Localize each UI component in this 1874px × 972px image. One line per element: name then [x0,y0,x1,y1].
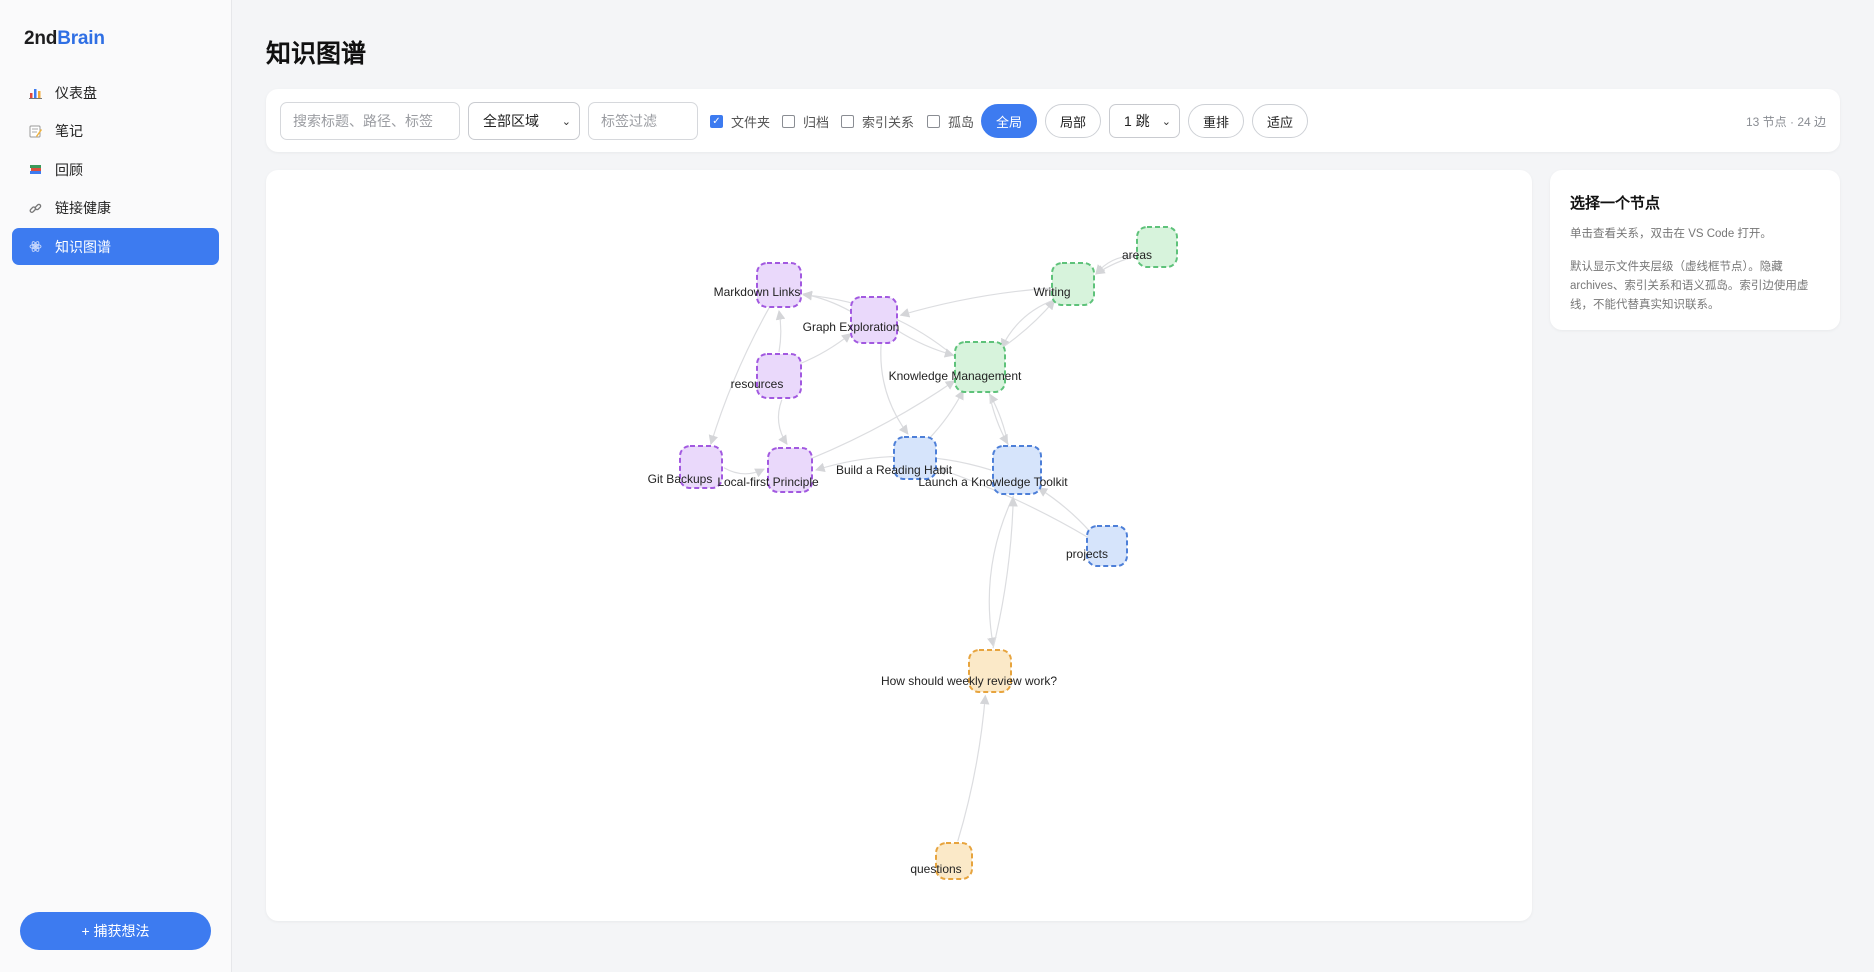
checkbox-unchecked-icon[interactable] [782,114,795,128]
checkbox-unchecked-icon[interactable] [841,114,854,128]
graph-node-writing[interactable]: Writing [1033,262,1095,306]
graph-node-questions[interactable]: questions [910,842,973,880]
sidebar-item-notes[interactable]: 笔记 [12,113,219,150]
page-title: 知识图谱 [266,40,367,68]
graph-node-label: areas [1122,248,1152,262]
books-icon [28,163,42,177]
sidebar-item-dashboard[interactable]: 仪表盘 [12,74,219,111]
graph-node-label: Graph Exploration [803,320,900,334]
chevron-down-icon: ⌄ [561,115,571,128]
tag-filter-input[interactable]: 标签过滤 [588,102,698,140]
relayout-button[interactable]: 重排 [1188,104,1244,138]
info-description: 默认显示文件夹层级（虚线框节点）。隐藏 archives、索引关系和语义孤岛。索… [1570,261,1809,311]
hops-select[interactable]: 1 跳 ⌄ [1109,104,1180,138]
search-input[interactable]: 搜索标题、路径、标签 [280,102,460,140]
graph-node-resources[interactable]: resources [731,353,802,399]
hops-select-value: 1 跳 [1124,113,1150,129]
region-select[interactable]: 全部区域 ⌄ [468,102,580,140]
chevron-down-icon: ⌄ [1161,115,1171,128]
graph-node-areas[interactable]: areas [1122,226,1178,268]
graph-edge [775,310,786,353]
graph-node-label: Launch a Knowledge Toolkit [918,475,1068,489]
graph-edge [989,393,1009,446]
graph-edge [927,389,964,440]
graph-node-label: Markdown Links [714,285,801,299]
nodes-layer: Markdown Links Graph Exploration resources… [648,226,1178,880]
checkbox-label: 文件夹 [731,114,771,130]
graph-node-box[interactable] [954,341,1006,393]
graph-edge [987,495,1015,648]
graph-stats: 13 节点 · 24 边 [1745,115,1826,129]
sidebar-item-label: 回顾 [55,161,83,178]
sidebar-item-label: 笔记 [55,123,83,139]
graph-node-label: projects [1066,547,1108,561]
graph-node-label: Writing [1033,285,1070,299]
capture-idea-button[interactable]: + 捕获想法 [20,912,211,950]
graph-edge [880,343,909,435]
checkbox-label: 归档 [803,114,830,130]
graph-edge [988,392,1009,445]
graph-edge [896,329,955,358]
graph-edge [723,467,765,478]
graph-node-km[interactable]: Knowledge Management [889,341,1022,393]
graph-toolbar: 搜索标题、路径、标签 全部区域 ⌄ 标签过滤 ✓ 文件夹 归档 索引关系 孤岛 … [266,89,1840,152]
graph-edge [957,694,990,842]
graph-node-label: Local-first Principle [717,475,819,489]
graph-edge [777,399,788,445]
graph-svg: Markdown Links Graph Exploration resources… [648,226,1178,880]
graph-node-label: resources [731,377,784,391]
info-title: 选择一个节点 [1570,195,1661,212]
checkbox-unchecked-icon[interactable] [927,114,940,128]
checkbox-folders[interactable]: ✓ 文件夹 [710,102,770,140]
checkbox-islands[interactable]: 孤岛 [927,102,974,140]
sidebar-item-label: 知识图谱 [55,238,111,255]
graph-edge [1001,298,1057,349]
brand-part-2: Brain [57,28,105,49]
graph-node-box[interactable] [756,353,802,399]
graph-edge [1037,487,1091,533]
region-select-value: 全部区域 [483,113,539,129]
graph-edge [799,333,852,365]
graph-icon [28,240,42,254]
graph-node-projects[interactable]: projects [1066,525,1128,567]
sidebar-item-label: 链接健康 [55,200,111,216]
sidebar: 2ndBrain 仪表盘 笔记 回顾 链接健康 知识图谱 + 捕获想法 [0,0,232,972]
graph-node-label: Git Backups [648,472,713,486]
brand-part-1: 2nd [24,28,58,49]
graph-node-localfirst[interactable]: Local-first Principle [717,447,819,493]
graph-node-markdown[interactable]: Markdown Links [714,262,802,308]
checkbox-archives[interactable]: 归档 [782,102,829,140]
graph-node-label: Knowledge Management [889,369,1022,383]
sidebar-nav: 仪表盘 笔记 回顾 链接健康 知识图谱 [12,74,219,267]
link-icon [28,201,42,215]
brand-logo[interactable]: 2ndBrain [24,28,105,50]
graph-node-gitbackups[interactable]: Git Backups [648,445,723,489]
graph-node-weekly[interactable]: How should weekly review work? [881,649,1057,693]
checkbox-label: 孤岛 [948,114,975,130]
graph-node-graphexp[interactable]: Graph Exploration [803,296,900,344]
global-view-button[interactable]: 全局 [981,104,1037,138]
graph-edge [802,290,851,312]
bar-chart-icon [28,86,42,100]
fit-button[interactable]: 适应 [1252,104,1308,138]
graph-canvas[interactable]: Markdown Links Graph Exploration resources… [266,170,1532,921]
graph-node-label: How should weekly review work? [881,674,1057,688]
graph-node-label: questions [910,862,961,876]
sidebar-item-review[interactable]: 回顾 [12,151,219,188]
sidebar-item-label: 仪表盘 [55,84,97,101]
checkbox-label: 索引关系 [862,114,915,130]
local-view-button[interactable]: 局部 [1045,104,1101,138]
checkbox-checked-icon[interactable]: ✓ [710,114,723,128]
sidebar-item-knowledge-graph[interactable]: 知识图谱 [12,228,219,265]
info-hint: 单击查看关系，双击在 VS Code 打开。 [1570,228,1772,240]
sidebar-item-link-health[interactable]: 链接健康 [12,190,219,227]
graph-node-reading[interactable]: Build a Reading Habit [836,436,953,480]
node-info-panel: 选择一个节点 单击查看关系，双击在 VS Code 打开。 默认显示文件夹层级（… [1550,170,1840,330]
memo-icon [28,124,42,138]
checkbox-index-relations[interactable]: 索引关系 [841,102,914,140]
graph-edge [899,287,1051,318]
graph-edge [999,299,1055,350]
